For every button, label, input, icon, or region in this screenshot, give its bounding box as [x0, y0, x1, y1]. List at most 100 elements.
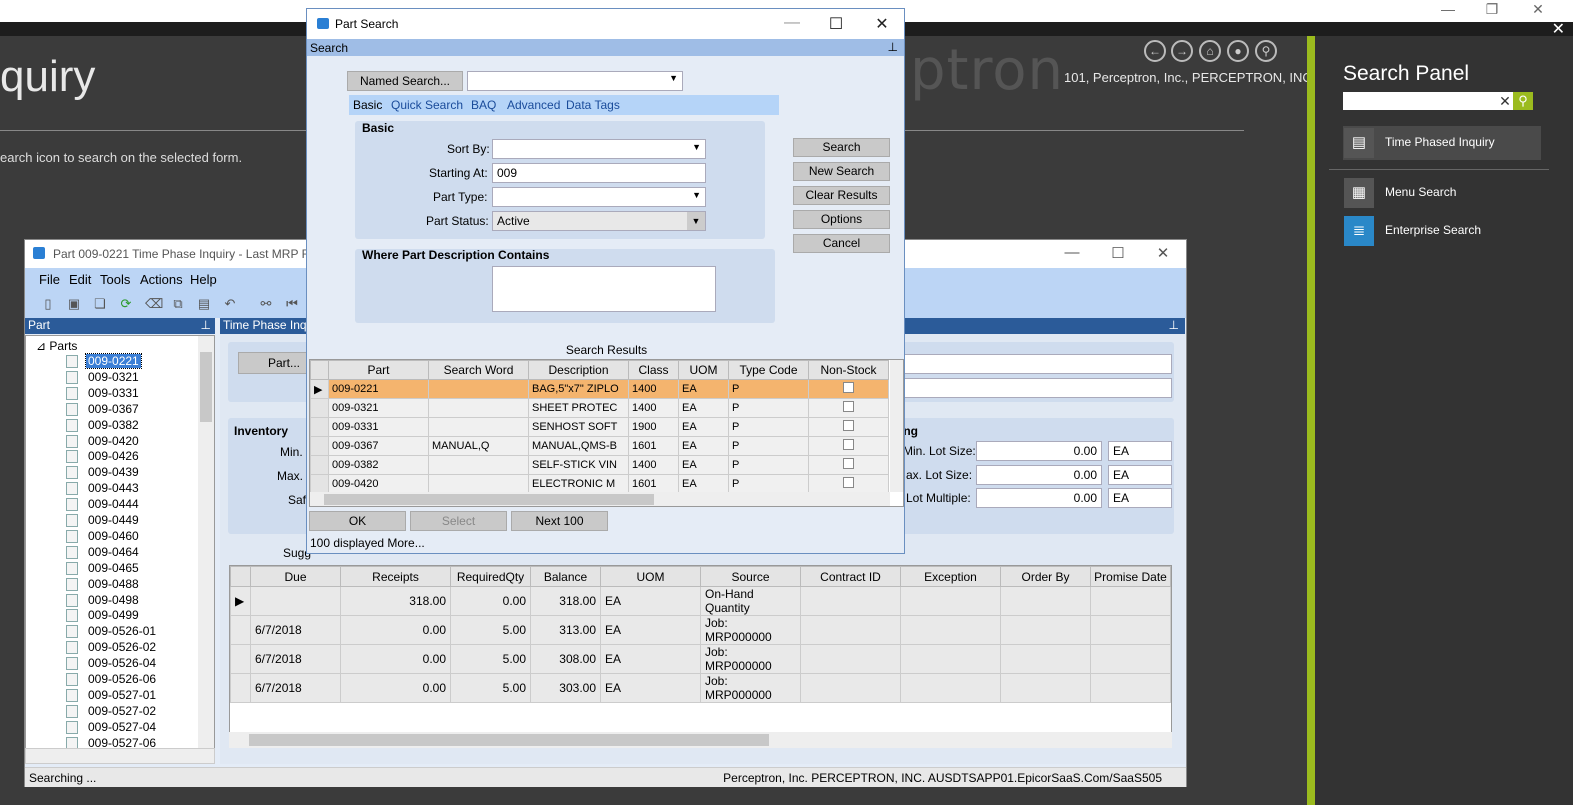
- search-go-icon[interactable]: ⚲: [1513, 92, 1533, 110]
- pin-icon[interactable]: ⊥: [201, 318, 211, 332]
- result-row[interactable]: 009-0382 SELF-STICK VIN 1400 EA P: [310, 455, 889, 475]
- column-header[interactable]: UOM: [600, 566, 701, 587]
- tree-item[interactable]: 009-0498: [66, 593, 141, 609]
- minimize-icon[interactable]: —: [1057, 244, 1087, 261]
- part-status-dropdown[interactable]: Active ▼: [492, 211, 706, 231]
- tab-quick-search[interactable]: Quick Search: [391, 98, 463, 112]
- search-item-time-phased-inquiry[interactable]: ▤ Time Phased Inquiry: [1343, 126, 1541, 160]
- column-header[interactable]: Class: [628, 360, 679, 380]
- maximize-icon[interactable]: ☐: [821, 14, 851, 34]
- results-vscrollbar[interactable]: [890, 360, 903, 492]
- row-selector[interactable]: [230, 644, 251, 674]
- description-textarea[interactable]: [492, 266, 716, 312]
- tree-root[interactable]: ⊿ Parts: [36, 339, 77, 353]
- row-selector[interactable]: ▶: [310, 379, 329, 399]
- column-header[interactable]: UOM: [678, 360, 729, 380]
- duplicate-icon[interactable]: ⧉: [171, 297, 185, 311]
- result-row[interactable]: 009-0331 SENHOST SOFT 1900 EA P: [310, 417, 889, 437]
- close-icon[interactable]: ✕: [1148, 244, 1178, 262]
- non-stock-checkbox[interactable]: [843, 401, 854, 412]
- max-lot-field[interactable]: 0.00: [976, 465, 1102, 485]
- tree-item[interactable]: 009-0367: [66, 402, 141, 418]
- row-selector[interactable]: ▶: [230, 586, 251, 616]
- paste-icon[interactable]: ▤: [197, 297, 211, 311]
- min-lot-field[interactable]: 0.00: [976, 441, 1102, 461]
- row-selector[interactable]: [310, 474, 329, 494]
- tree-item[interactable]: 009-0465: [66, 561, 141, 577]
- select-button[interactable]: Select: [410, 511, 507, 531]
- forward-icon[interactable]: →: [1171, 40, 1193, 62]
- tree-item[interactable]: 009-0527-04: [66, 720, 158, 736]
- home-icon[interactable]: ⌂: [1199, 40, 1221, 62]
- menu-tools[interactable]: Tools: [100, 272, 130, 287]
- named-search-dropdown[interactable]: ▼: [467, 71, 683, 91]
- refresh-icon[interactable]: ⟳: [119, 297, 133, 311]
- tree-item[interactable]: 009-0464: [66, 545, 141, 561]
- column-header[interactable]: Non-Stock: [808, 360, 889, 380]
- tree-scrollbar[interactable]: [198, 336, 214, 752]
- menu-help[interactable]: Help: [190, 272, 217, 287]
- tab-basic[interactable]: Basic: [353, 98, 382, 112]
- column-header[interactable]: Type Code: [728, 360, 809, 380]
- cancel-button[interactable]: Cancel: [793, 234, 890, 253]
- next-100-button[interactable]: Next 100: [511, 511, 608, 531]
- tree-item[interactable]: 009-0460: [66, 529, 141, 545]
- search-icon[interactable]: ⚲: [1255, 40, 1277, 62]
- min-lot-uom[interactable]: EA: [1108, 441, 1172, 461]
- back-icon[interactable]: ←: [1144, 40, 1166, 62]
- tree-item[interactable]: 009-0526-01: [66, 624, 158, 640]
- lot-multiple-field[interactable]: 0.00: [976, 488, 1102, 508]
- table-row[interactable]: ▶ 318.00 0.00 318.00 EA On-Hand Quantity: [230, 586, 1171, 616]
- non-stock-checkbox[interactable]: [843, 439, 854, 450]
- save-icon[interactable]: ▣: [67, 297, 81, 311]
- table-row[interactable]: 6/7/2018 0.00 5.00 303.00 EA Job: MRP000000: [230, 673, 1171, 703]
- clear-results-button[interactable]: Clear Results: [793, 186, 890, 205]
- binoculars-icon[interactable]: ⚯: [259, 297, 273, 311]
- tree-item[interactable]: 009-0526-06: [66, 672, 158, 688]
- tree-item[interactable]: 009-0420: [66, 434, 141, 450]
- tree-item[interactable]: 009-0443: [66, 481, 141, 497]
- tree-item[interactable]: 009-0221: [66, 353, 142, 370]
- record-icon[interactable]: ●: [1227, 40, 1249, 62]
- search-button[interactable]: Search: [793, 138, 890, 157]
- column-header[interactable]: Search Word: [428, 360, 529, 380]
- tree-item[interactable]: 009-0426: [66, 449, 141, 465]
- pin-icon[interactable]: ⊥: [888, 40, 898, 54]
- max-lot-uom[interactable]: EA: [1108, 465, 1172, 485]
- new-icon[interactable]: ▯: [41, 297, 55, 311]
- non-stock-checkbox[interactable]: [843, 382, 854, 393]
- column-header[interactable]: Contract ID: [800, 566, 901, 587]
- tab-advanced[interactable]: Advanced: [507, 98, 560, 112]
- maximize-icon[interactable]: ☐: [1103, 244, 1133, 262]
- undo-icon[interactable]: ↶: [223, 297, 237, 311]
- result-row[interactable]: 009-0367 MANUAL,Q MANUAL,QMS-B 1601 EA P: [310, 436, 889, 456]
- minimize-icon[interactable]: —: [777, 14, 807, 32]
- clear-icon[interactable]: ⌫: [145, 297, 163, 311]
- tree-item[interactable]: 009-0439: [66, 465, 141, 481]
- result-row[interactable]: 009-0321 SHEET PROTEC 1400 EA P: [310, 398, 889, 418]
- new-search-button[interactable]: New Search: [793, 162, 890, 181]
- row-selector[interactable]: [310, 455, 329, 475]
- results-hscrollbar[interactable]: [310, 492, 890, 506]
- tree-item[interactable]: 009-0321: [66, 370, 141, 386]
- row-selector[interactable]: [230, 673, 251, 703]
- non-stock-checkbox[interactable]: [843, 477, 854, 488]
- tree-hscrollbar[interactable]: [25, 748, 215, 764]
- part-description-field[interactable]: [900, 354, 1172, 374]
- ok-button[interactable]: OK: [309, 511, 406, 531]
- tree-item[interactable]: 009-0527-01: [66, 688, 158, 704]
- column-header[interactable]: Order By: [1000, 566, 1091, 587]
- tree-item[interactable]: 009-0488: [66, 577, 141, 593]
- part-type-dropdown[interactable]: ▼: [492, 187, 706, 207]
- sort-by-dropdown[interactable]: ▼: [492, 139, 706, 159]
- column-header[interactable]: Description: [528, 360, 629, 380]
- restore-icon[interactable]: ❐: [1472, 1, 1512, 18]
- close-icon[interactable]: ✕: [867, 14, 897, 34]
- starting-at-input[interactable]: 009: [492, 163, 706, 183]
- tree-item[interactable]: 009-0527-02: [66, 704, 158, 720]
- tree-item[interactable]: 009-0526-02: [66, 640, 158, 656]
- part-info-field[interactable]: [900, 378, 1172, 398]
- tree-item[interactable]: 009-0331: [66, 386, 141, 402]
- result-row[interactable]: ▶ 009-0221 BAG,5"x7" ZIPLO 1400 EA P: [310, 379, 889, 399]
- first-record-icon[interactable]: ⏮: [285, 297, 299, 311]
